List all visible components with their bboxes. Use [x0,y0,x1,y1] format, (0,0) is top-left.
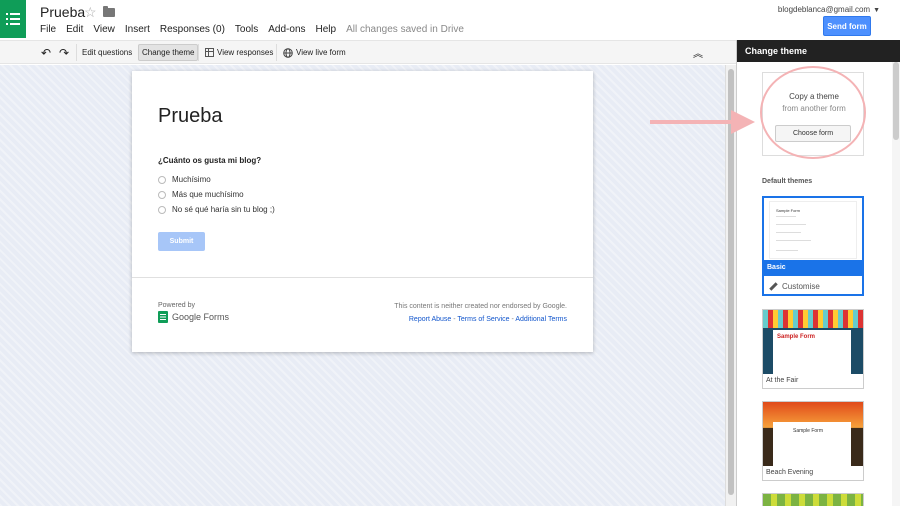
menu-file[interactable]: File [40,24,56,35]
disclaimer-text: This content is neither created nor endo… [394,303,567,310]
folder-icon[interactable] [103,6,115,17]
preview-line [776,232,801,233]
preview-line [776,224,806,225]
toolbar: ↶ ↷ Edit questions Change theme View res… [0,40,736,64]
submit-button[interactable]: Submit [158,232,205,251]
theme-card-partial[interactable] [762,493,864,506]
preview-title: Sample Form [777,334,816,340]
menu-addons[interactable]: Add-ons [268,24,305,35]
question-title: ¿Cuánto os gusta mi blog? [158,156,262,165]
option-item[interactable]: Más que muchísimo [158,190,244,199]
customise-button[interactable]: Customise [769,282,820,291]
form-card: Prueba ¿Cuánto os gusta mi blog? Muchísi… [132,71,593,352]
theme-card-beach-evening[interactable]: Sample Form Beach Evening [762,401,864,481]
annotation-arrow-shaft [650,120,740,124]
theme-preview-banner [763,310,863,328]
theme-name: At the Fair [766,377,799,384]
table-icon [205,48,214,57]
theme-card-basic[interactable]: Sample Form Basic Customise [762,196,864,296]
additional-terms-link[interactable]: Additional Terms [515,316,567,323]
radio-button[interactable] [158,205,166,214]
redo-icon[interactable]: ↷ [56,44,72,61]
undo-icon[interactable]: ↶ [38,44,54,61]
preview-line [776,216,796,217]
send-form-button[interactable]: Send form [823,16,871,36]
arrow-right-icon [731,110,755,134]
star-icon[interactable]: ☆ [84,4,97,21]
form-divider [132,277,593,278]
option-label: No sé qué haría sin tu blog ;) [172,205,275,214]
menu-bar: File Edit View Insert Responses (0) Tool… [40,24,474,35]
edit-questions-button[interactable]: Edit questions [79,44,135,61]
panel-title: Change theme [737,40,900,62]
collapse-icon[interactable]: ︽ [690,44,706,61]
theme-preview: Sample Form [769,201,857,259]
save-status: All changes saved in Drive [346,24,464,35]
option-label: Más que muchísimo [172,190,244,199]
view-live-form-label: View live form [296,48,346,57]
customise-label: Customise [782,282,820,291]
caret-down-icon: ▼ [873,7,880,14]
change-theme-button[interactable]: Change theme [138,44,199,61]
globe-icon [283,47,293,58]
menu-responses[interactable]: Responses (0) [160,24,225,35]
document-title[interactable]: Prueba [40,4,85,20]
forms-logo-icon[interactable] [0,0,26,38]
menu-insert[interactable]: Insert [125,24,150,35]
toolbar-separator [198,44,199,61]
terms-of-service-link[interactable]: Terms of Service [457,316,509,323]
top-bar: Prueba ☆ File Edit View Insert Responses… [0,0,900,40]
google-forms-brand: Google Forms [158,311,229,323]
report-abuse-link[interactable]: Report Abuse [409,316,451,323]
option-item[interactable]: No sé qué haría sin tu blog ;) [158,205,275,214]
panel-scrollbar[interactable] [892,62,900,506]
menu-edit[interactable]: Edit [66,24,83,35]
menu-view[interactable]: View [93,24,115,35]
brand-label: Google Forms [172,312,230,322]
powered-by-label: Powered by [158,302,195,309]
menu-help[interactable]: Help [316,24,337,35]
default-themes-label: Default themes [762,178,813,185]
toolbar-separator [276,44,277,61]
radio-button[interactable] [158,175,166,184]
footer-links: Report Abuse - Terms of Service - Additi… [408,316,567,323]
theme-name: Beach Evening [766,469,814,476]
theme-name: Basic [764,260,862,276]
highlight-circle [760,66,866,159]
account-menu[interactable]: blogdeblanca@gmail.com ▼ [778,5,880,14]
view-responses-label: View responses [217,48,274,57]
pencil-icon [769,282,778,291]
preview-title: Sample Form [776,208,801,213]
option-label: Muchísimo [172,175,211,184]
google-forms-icon [158,311,168,323]
view-responses-button[interactable]: View responses [202,44,276,61]
preview-line [776,250,798,251]
form-title: Prueba [158,105,223,127]
scrollbar-thumb[interactable] [893,62,899,140]
menu-tools[interactable]: Tools [235,24,258,35]
preview-line [776,240,811,241]
preview-title: Sample Form [793,428,824,434]
view-live-form-button[interactable]: View live form [280,44,349,61]
radio-button[interactable] [158,190,166,199]
theme-card-at-the-fair[interactable]: Sample Form At the Fair [762,309,864,389]
option-item[interactable]: Muchísimo [158,175,211,184]
account-email: blogdeblanca@gmail.com [777,5,871,14]
toolbar-separator [76,44,77,61]
